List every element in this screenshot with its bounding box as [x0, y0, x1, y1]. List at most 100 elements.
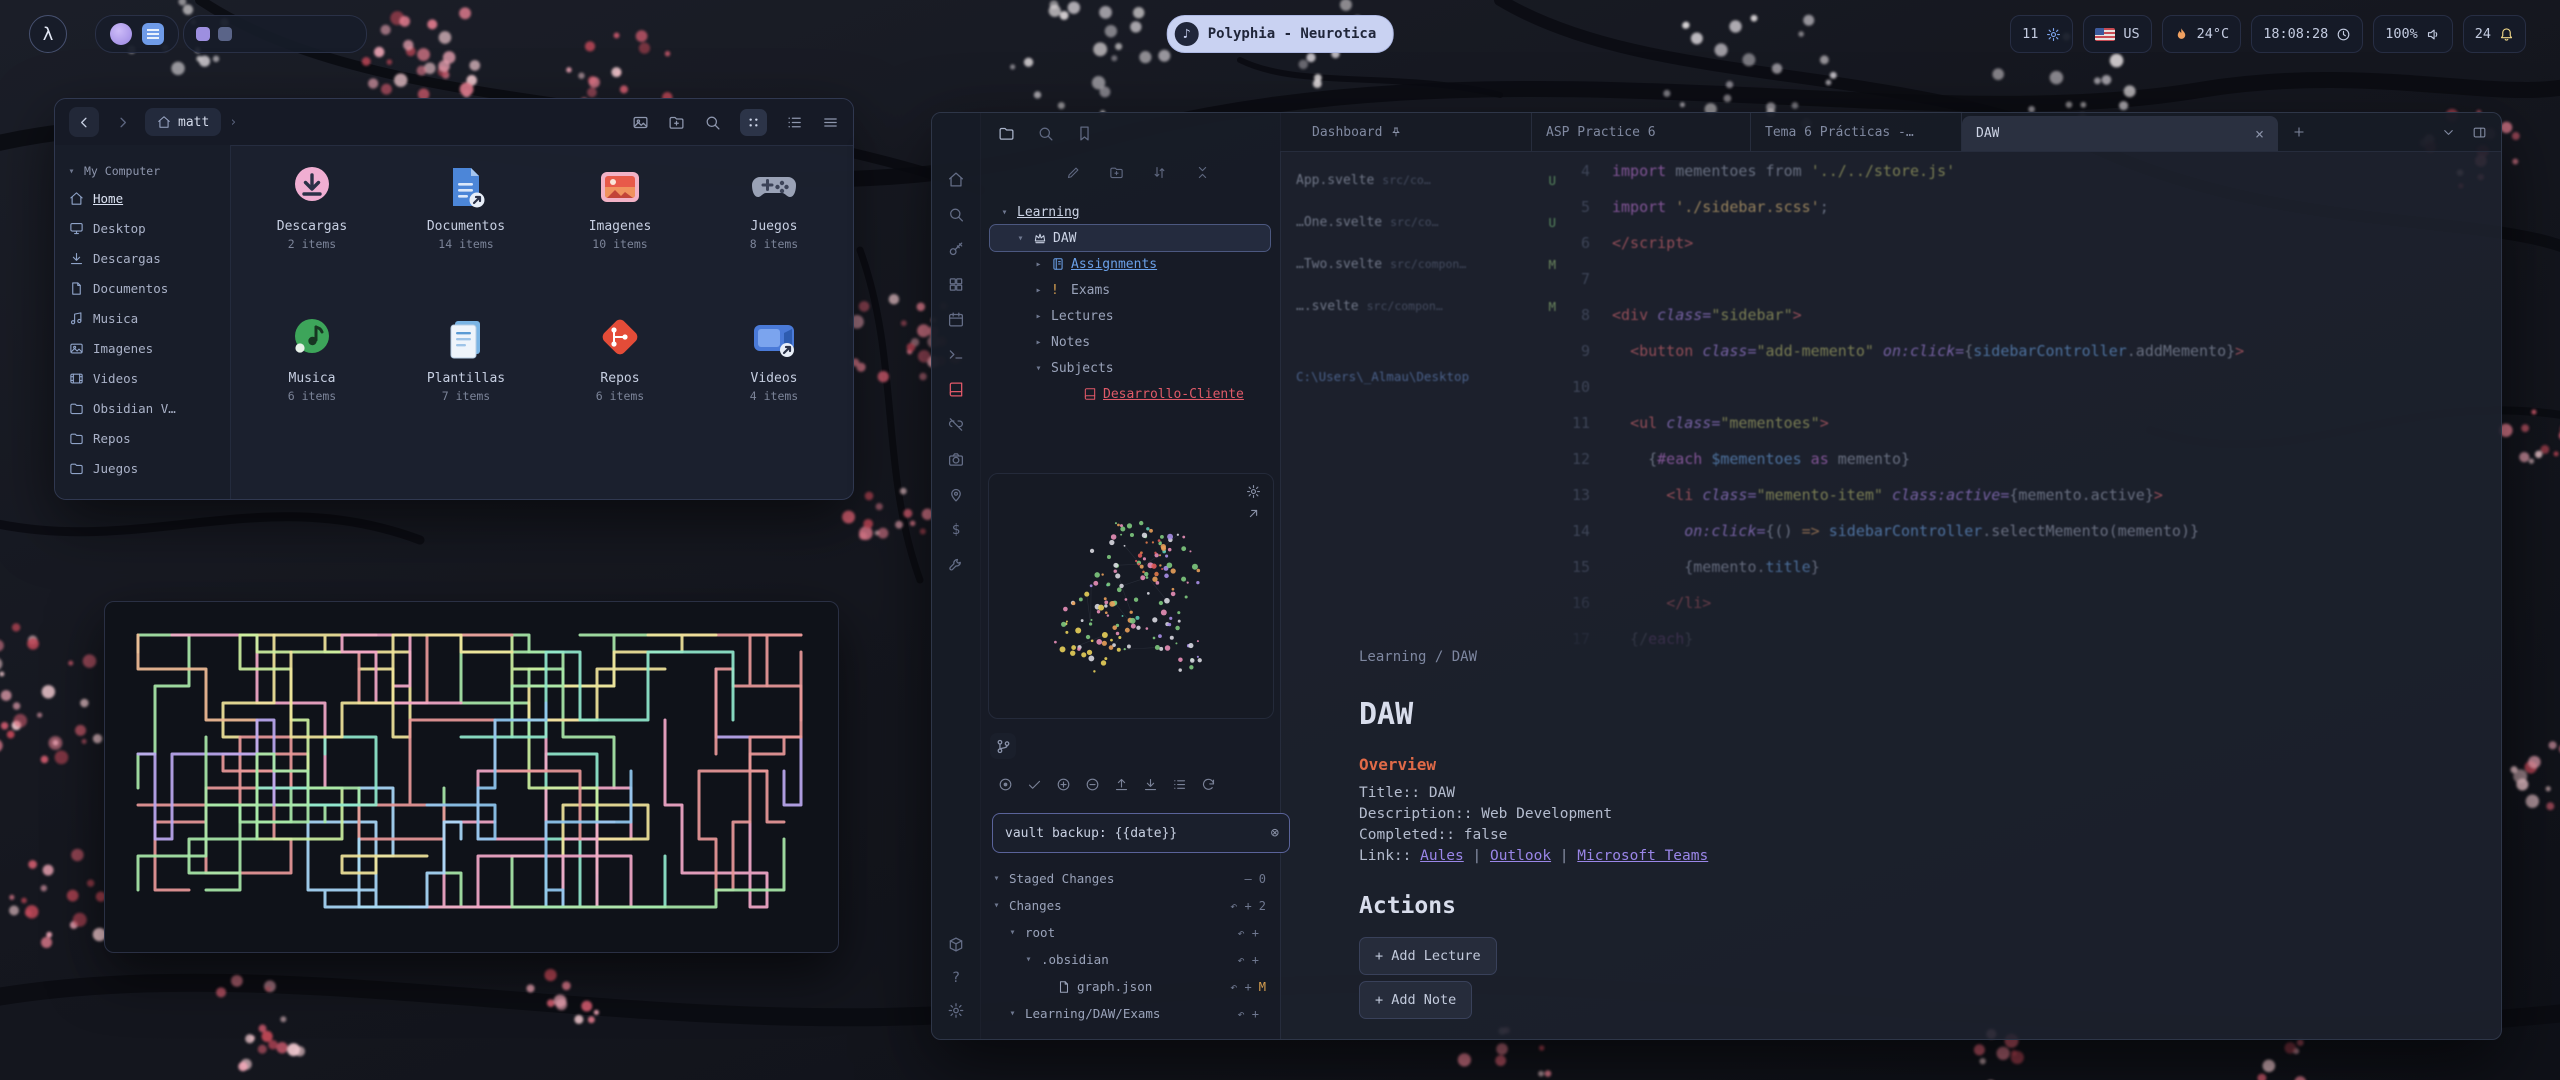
- add-note-button[interactable]: + Add Note: [1359, 981, 1472, 1019]
- tree-item[interactable]: ▾ DAW: [990, 225, 1270, 251]
- tree-item[interactable]: ▸ Assignments: [990, 251, 1270, 277]
- workspace-indicator[interactable]: [218, 27, 232, 41]
- folder-item[interactable]: Juegos 8 items: [704, 155, 844, 307]
- git-action-icons[interactable]: ↶ +: [1230, 980, 1252, 994]
- folder-item[interactable]: Descargas 2 items: [242, 155, 382, 307]
- folder-item[interactable]: Imagenes 10 items: [550, 155, 690, 307]
- sidebar-item[interactable]: Obsidian V…: [55, 393, 230, 423]
- git-row-actions[interactable]: ↶ + M: [1230, 980, 1266, 994]
- git-action-icons[interactable]: ↶ +: [1230, 899, 1252, 913]
- donate-icon[interactable]: $: [948, 521, 965, 538]
- folder-item[interactable]: Repos 6 items: [550, 307, 690, 459]
- git-row-actions[interactable]: ↶ + 2: [1230, 899, 1266, 913]
- settings-icon[interactable]: [948, 1002, 965, 1019]
- help-icon[interactable]: ?: [948, 969, 965, 986]
- forward-button[interactable]: [107, 107, 137, 137]
- key-icon[interactable]: [948, 241, 965, 258]
- toggle-right-sidebar-icon[interactable]: [2472, 125, 2487, 140]
- updates-module[interactable]: 11: [2010, 15, 2073, 53]
- note-link[interactable]: Aules: [1420, 848, 1464, 864]
- git-action-icons[interactable]: ↶ +: [1237, 953, 1259, 967]
- canvas-icon[interactable]: [948, 276, 965, 293]
- editor-tab[interactable]: Tema 6 Prácticas -…: [1751, 113, 1962, 151]
- git-row-actions[interactable]: ↶ +: [1237, 1007, 1266, 1021]
- backup-icon[interactable]: [998, 777, 1013, 792]
- sidebar-item[interactable]: Imagenes: [55, 333, 230, 363]
- breadcrumb[interactable]: matt: [145, 108, 221, 136]
- file-manager-titlebar[interactable]: matt ›: [55, 99, 853, 146]
- terminal-icon[interactable]: [948, 346, 965, 363]
- folder-item[interactable]: Videos 4 items: [704, 307, 844, 459]
- clear-commit-icon[interactable]: ⊗: [1271, 825, 1279, 841]
- map-pin-icon[interactable]: [948, 486, 965, 503]
- vault-home-icon[interactable]: [948, 171, 965, 188]
- tab-list-icon[interactable]: [2441, 125, 2456, 140]
- git-row-actions[interactable]: — 0: [1245, 872, 1266, 886]
- git-row[interactable]: ▾ Learning/DAW/Exams ↶ +: [980, 1000, 1280, 1027]
- tools-icon[interactable]: [948, 556, 965, 573]
- tree-item[interactable]: ▾ Subjects: [990, 355, 1270, 381]
- tab-bookmarks-icon[interactable]: [1076, 125, 1093, 142]
- clock-module[interactable]: 18:08:28: [2251, 15, 2363, 53]
- push-icon[interactable]: [1114, 777, 1129, 792]
- commit-icon[interactable]: [1027, 777, 1042, 792]
- git-row-actions[interactable]: ↶ +: [1237, 926, 1266, 940]
- folder-item[interactable]: Musica 6 items: [242, 307, 382, 459]
- sidebar-header[interactable]: ▾ My Computer: [55, 159, 230, 183]
- menu-icon[interactable]: [822, 114, 839, 131]
- tree-item[interactable]: Desarrollo-Cliente: [990, 381, 1270, 407]
- git-row[interactable]: graph.json ↶ + M: [980, 973, 1280, 1000]
- sidebar-item[interactable]: Juegos: [55, 453, 230, 483]
- tree-item[interactable]: ▾ Learning: [990, 199, 1270, 225]
- screenshot-icon[interactable]: [632, 114, 649, 131]
- refresh-icon[interactable]: [1201, 777, 1216, 792]
- commit-message-input[interactable]: [1003, 825, 1263, 842]
- media-player-widget[interactable]: ♪ Polyphia - Neurotica: [1167, 15, 1394, 53]
- new-folder-icon[interactable]: [668, 114, 685, 131]
- git-panel-icon[interactable]: [990, 733, 1016, 759]
- volume-module[interactable]: 100%: [2373, 15, 2453, 53]
- camera-icon[interactable]: [948, 451, 965, 468]
- collapse-all-icon[interactable]: [1195, 165, 1210, 180]
- editor-tab[interactable]: ASP Practice 6: [1532, 113, 1751, 151]
- package-icon[interactable]: [948, 936, 965, 953]
- sidebar-item[interactable]: Descargas: [55, 243, 230, 273]
- launcher-button[interactable]: λ: [29, 15, 67, 53]
- keyboard-layout-module[interactable]: US: [2083, 15, 2151, 53]
- sidebar-item[interactable]: Repos: [55, 423, 230, 453]
- git-action-icons[interactable]: ↶ +: [1237, 1007, 1259, 1021]
- tree-item[interactable]: ▸ ! Exams: [990, 277, 1270, 303]
- tab-files-icon[interactable]: [998, 125, 1015, 142]
- workspaces-pill[interactable]: [183, 15, 367, 53]
- weather-module[interactable]: 24°C: [2162, 15, 2242, 53]
- unstage-all-icon[interactable]: [1085, 777, 1100, 792]
- close-tab-icon[interactable]: ×: [2255, 125, 2264, 143]
- git-row[interactable]: ▾ Staged Changes — 0: [980, 865, 1280, 892]
- grid-view-icon[interactable]: [740, 109, 767, 136]
- note-link[interactable]: Outlook: [1490, 848, 1551, 864]
- sidebar-item[interactable]: Desktop: [55, 213, 230, 243]
- tab-search-icon[interactable]: [1037, 125, 1054, 142]
- git-row[interactable]: ▾ Changes ↶ + 2: [980, 892, 1280, 919]
- sidebar-item[interactable]: Home: [55, 183, 230, 213]
- unlink-icon[interactable]: [948, 416, 965, 433]
- git-row[interactable]: ▾ .obsidian ↶ +: [980, 946, 1280, 973]
- daily-note-icon[interactable]: [948, 311, 965, 328]
- note-breadcrumb[interactable]: Learning / DAW: [1359, 649, 1477, 665]
- search-icon[interactable]: [704, 114, 721, 131]
- editor-tab[interactable]: DAW ×: [1962, 116, 2278, 151]
- git-action-icons[interactable]: —: [1245, 872, 1252, 886]
- app-icon-1[interactable]: [110, 23, 132, 45]
- folder-item[interactable]: Documentos 14 items: [396, 155, 536, 307]
- layout-icon[interactable]: [1172, 777, 1187, 792]
- git-row[interactable]: ▾ root ↶ +: [980, 919, 1280, 946]
- app-icon-2[interactable]: [142, 23, 164, 45]
- back-button[interactable]: [69, 107, 99, 137]
- git-action-icons[interactable]: ↶ +: [1237, 926, 1259, 940]
- editor-tab[interactable]: Dashboard: [1298, 113, 1532, 151]
- graph-expand-icon[interactable]: [1246, 506, 1261, 521]
- note-link[interactable]: Microsoft Teams: [1577, 848, 1708, 864]
- add-lecture-button[interactable]: + Add Lecture: [1359, 937, 1497, 975]
- new-note-icon[interactable]: [1066, 165, 1081, 180]
- tree-item[interactable]: ▸ Lectures: [990, 303, 1270, 329]
